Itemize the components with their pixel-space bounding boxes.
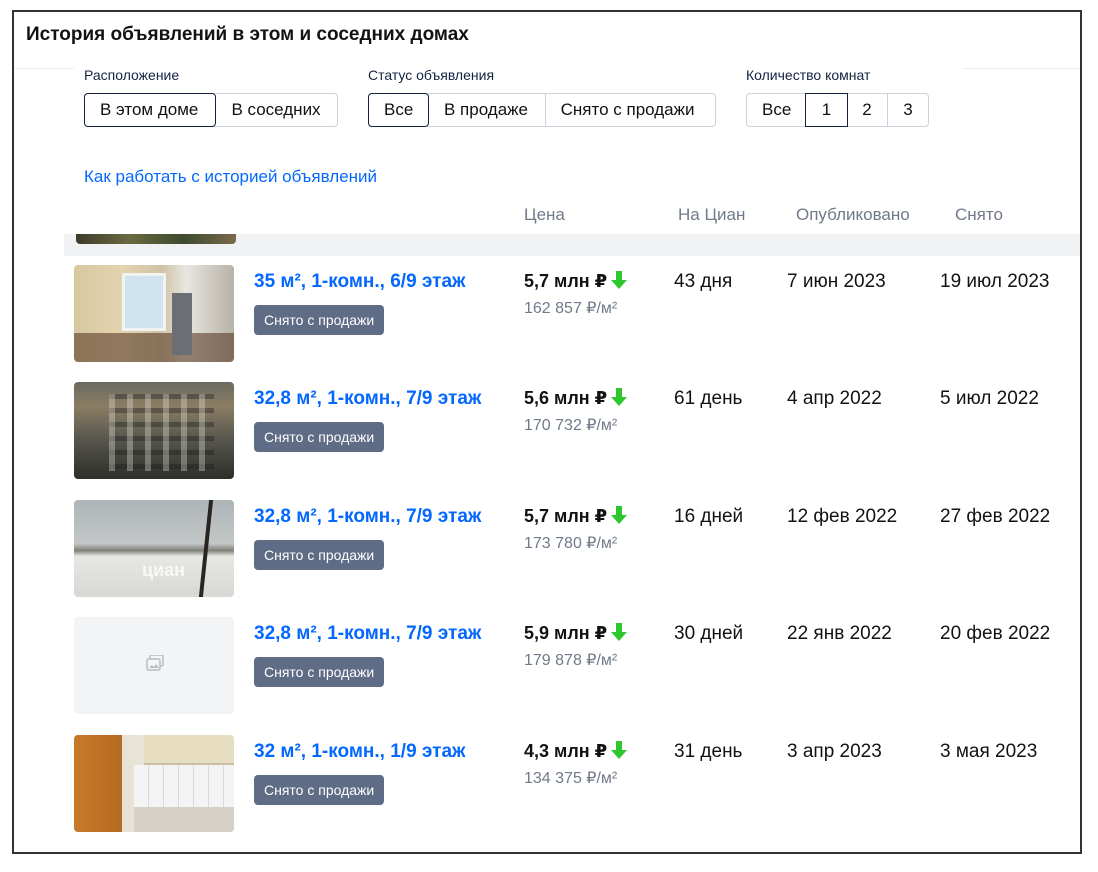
- rooms-option-2[interactable]: 2: [847, 94, 888, 126]
- status-filter-label: Статус объявления: [368, 67, 495, 83]
- removed-date: 3 мая 2023: [940, 741, 1038, 762]
- history-help-link[interactable]: Как работать с историей объявлений: [84, 167, 377, 187]
- building-facade-photo[interactable]: [74, 382, 234, 479]
- history-panel: История объявлений в этом и соседних дом…: [12, 10, 1082, 854]
- rooms-filter: Все 1 2 3: [746, 93, 929, 127]
- price-per-m2: 162 857 ₽/м²: [524, 300, 618, 317]
- location-option-nearby[interactable]: В соседних: [216, 94, 337, 126]
- published-date: 3 апр 2023: [787, 741, 882, 762]
- listing-title-link[interactable]: 32 м², 1-комн., 1/9 этаж: [254, 741, 466, 763]
- listing-row[interactable]: 32 м², 1-комн., 1/9 этаж Снято с продажи…: [14, 735, 1080, 833]
- price-down-icon: [611, 506, 628, 524]
- listing-title-link[interactable]: 35 м², 1-комн., 6/9 этаж: [254, 271, 466, 293]
- fridge-shape: [172, 293, 192, 355]
- price-down-icon: [611, 388, 628, 406]
- location-filter-label: Расположение: [84, 67, 180, 83]
- status-badge: Снято с продажи: [254, 775, 385, 805]
- days-on-cian: 61 день: [674, 388, 743, 409]
- tree-shape: [198, 500, 214, 597]
- status-badge: Снято с продажи: [254, 305, 385, 335]
- days-on-cian: 43 дня: [674, 271, 733, 292]
- rooms-option-1[interactable]: 1: [805, 93, 848, 127]
- listing-price: 5,7 млн ₽: [524, 506, 628, 527]
- price-per-m2: 170 732 ₽/м²: [524, 417, 618, 434]
- listing-price: 5,6 млн ₽: [524, 388, 628, 409]
- cabinet-shape: [144, 735, 234, 765]
- tile-shape: [134, 765, 234, 810]
- price-down-icon: [611, 271, 628, 289]
- listing-row[interactable]: 32,8 м², 1-комн., 7/9 этаж Снято с прода…: [14, 382, 1080, 480]
- status-option-all[interactable]: Все: [368, 93, 429, 127]
- column-header-removed: Снято: [955, 205, 1003, 224]
- status-filter: Все В продаже Снято с продажи: [368, 93, 716, 127]
- published-date: 12 фев 2022: [787, 506, 898, 527]
- image-placeholder-icon: [146, 655, 164, 671]
- location-filter: В этом доме В соседних: [84, 93, 338, 127]
- listing-price: 4,3 млн ₽: [524, 741, 628, 762]
- column-header-published: Опубликовано: [796, 205, 910, 224]
- removed-date: 20 фев 2022: [940, 623, 1051, 644]
- status-badge: Снято с продажи: [254, 422, 385, 452]
- price-per-m2: 179 878 ₽/м²: [524, 652, 618, 669]
- price-per-m2: 134 375 ₽/м²: [524, 770, 618, 787]
- price-value: 5,6 млн ₽: [524, 388, 608, 408]
- listing-title-link[interactable]: 32,8 м², 1-комн., 7/9 этаж: [254, 623, 481, 645]
- listing-title-link[interactable]: 32,8 м², 1-комн., 7/9 этаж: [254, 506, 481, 528]
- days-on-cian: 16 дней: [674, 506, 744, 527]
- counter-shape: [134, 807, 234, 832]
- removed-date: 5 июл 2022: [940, 388, 1039, 409]
- winter-view-photo[interactable]: циан: [74, 500, 234, 597]
- no-photo-placeholder[interactable]: [74, 617, 234, 714]
- price-value: 5,9 млн ₽: [524, 623, 608, 643]
- days-on-cian: 30 дней: [674, 623, 744, 644]
- removed-date: 19 июл 2023: [940, 271, 1050, 292]
- column-header-price: Цена: [524, 205, 565, 224]
- price-value: 5,7 млн ₽: [524, 271, 608, 291]
- price-per-m2: 173 780 ₽/м²: [524, 535, 618, 552]
- days-on-cian: 31 день: [674, 741, 743, 762]
- price-down-icon: [611, 741, 628, 759]
- scrolled-listing-photo: [76, 234, 236, 244]
- published-date: 22 янв 2022: [787, 623, 892, 644]
- status-option-removed[interactable]: Снято с продажи: [546, 94, 715, 126]
- listing-price: 5,7 млн ₽: [524, 271, 628, 292]
- panel-title: История объявлений в этом и соседних дом…: [26, 24, 469, 45]
- photo-watermark: циан: [142, 560, 186, 580]
- facade-windows: [109, 394, 214, 471]
- kitchen-photo[interactable]: [74, 265, 234, 362]
- published-date: 7 июн 2023: [787, 271, 886, 292]
- price-down-icon: [611, 623, 628, 641]
- status-badge: Снято с продажи: [254, 657, 385, 687]
- status-badge: Снято с продажи: [254, 540, 385, 570]
- divider: [964, 68, 1080, 69]
- rooms-option-all[interactable]: Все: [747, 94, 806, 126]
- price-value: 4,3 млн ₽: [524, 741, 608, 761]
- removed-date: 27 фев 2022: [940, 506, 1051, 527]
- listing-price: 5,9 млн ₽: [524, 623, 628, 644]
- rooms-filter-label: Количество комнат: [746, 67, 871, 83]
- listing-title-link[interactable]: 32,8 м², 1-комн., 7/9 этаж: [254, 388, 481, 410]
- divider: [14, 68, 74, 69]
- kitchen-photo[interactable]: [74, 735, 234, 832]
- listing-row[interactable]: 32,8 м², 1-комн., 7/9 этаж Снято с прода…: [14, 617, 1080, 715]
- listing-row[interactable]: циан 32,8 м², 1-комн., 7/9 этаж Снято с …: [14, 500, 1080, 598]
- rooms-option-3[interactable]: 3: [888, 94, 928, 126]
- location-option-this-house[interactable]: В этом доме: [84, 93, 217, 127]
- published-date: 4 апр 2022: [787, 388, 882, 409]
- column-header-on-cian: На Циан: [678, 205, 746, 224]
- window-shape: [122, 273, 166, 331]
- price-value: 5,7 млн ₽: [524, 506, 608, 526]
- listing-row[interactable]: 35 м², 1-комн., 6/9 этаж Снято с продажи…: [14, 265, 1080, 363]
- status-option-on-sale[interactable]: В продаже: [429, 94, 546, 126]
